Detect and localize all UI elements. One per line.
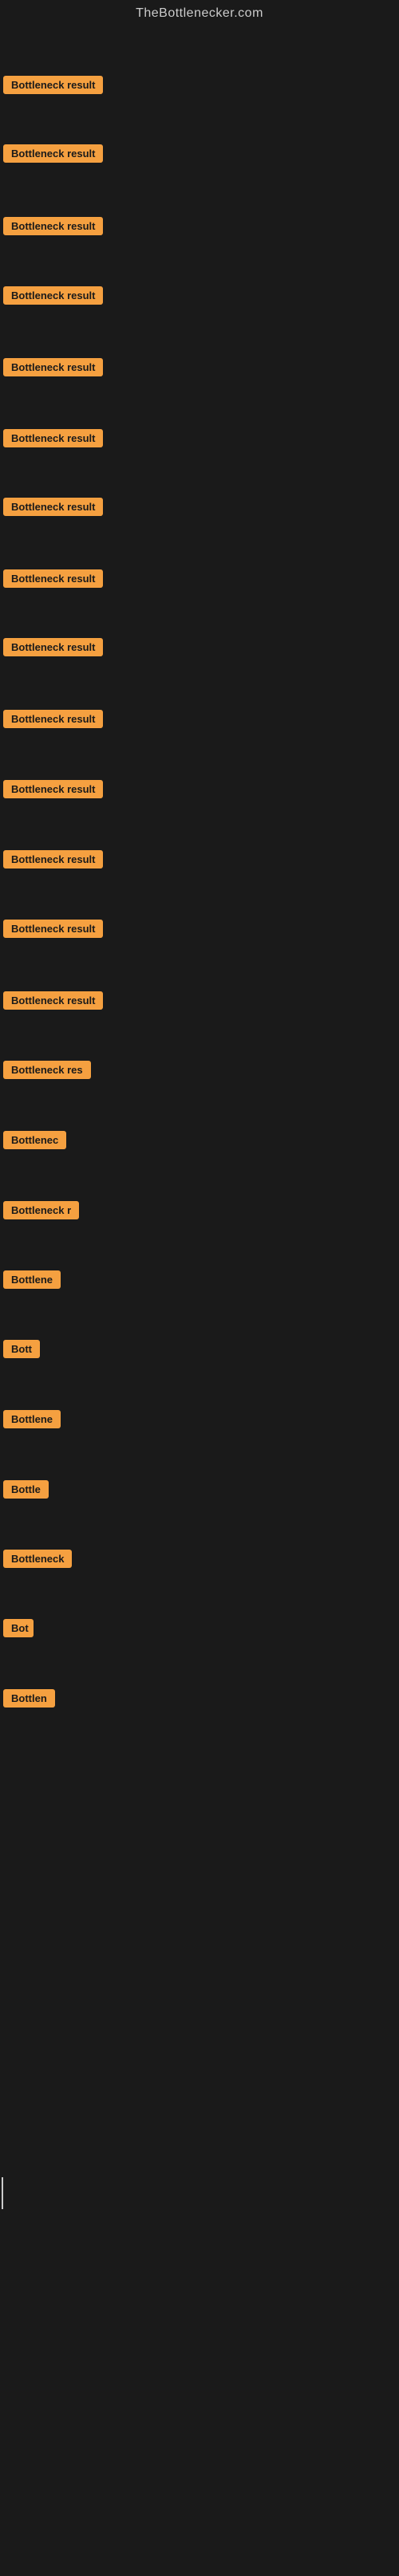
bottleneck-item-5: Bottleneck result bbox=[3, 352, 103, 387]
site-header: TheBottlenecker.com bbox=[0, 0, 399, 24]
bottleneck-item-4: Bottleneck result bbox=[3, 280, 103, 315]
bottleneck-badge-11[interactable]: Bottleneck result bbox=[3, 780, 103, 798]
bottleneck-badge-8[interactable]: Bottleneck result bbox=[3, 569, 103, 588]
site-title: TheBottlenecker.com bbox=[0, 0, 399, 24]
bottleneck-item-22: Bottleneck bbox=[3, 1543, 72, 1578]
bottleneck-badge-3[interactable]: Bottleneck result bbox=[3, 217, 103, 235]
bottleneck-item-16: Bottlenec bbox=[3, 1125, 66, 1160]
bottleneck-badge-18[interactable]: Bottlene bbox=[3, 1270, 61, 1289]
bottleneck-badge-13[interactable]: Bottleneck result bbox=[3, 920, 103, 938]
bottleneck-badge-6[interactable]: Bottleneck result bbox=[3, 429, 103, 447]
bottleneck-badge-20[interactable]: Bottlene bbox=[3, 1410, 61, 1428]
bottleneck-item-21: Bottle bbox=[3, 1474, 49, 1509]
bottleneck-item-1: Bottleneck result bbox=[3, 69, 103, 104]
bottleneck-badge-14[interactable]: Bottleneck result bbox=[3, 991, 103, 1010]
bottleneck-item-23: Bot bbox=[3, 1613, 34, 1648]
bottleneck-badge-19[interactable]: Bott bbox=[3, 1340, 40, 1358]
bottleneck-item-9: Bottleneck result bbox=[3, 632, 103, 667]
bottleneck-item-14: Bottleneck result bbox=[3, 985, 103, 1020]
bottleneck-badge-22[interactable]: Bottleneck bbox=[3, 1550, 72, 1568]
bottleneck-badge-15[interactable]: Bottleneck res bbox=[3, 1061, 91, 1079]
bottleneck-badge-9[interactable]: Bottleneck result bbox=[3, 638, 103, 656]
bottleneck-badge-21[interactable]: Bottle bbox=[3, 1480, 49, 1499]
text-cursor bbox=[2, 2177, 3, 2209]
bottleneck-item-18: Bottlene bbox=[3, 1264, 61, 1299]
bottleneck-badge-7[interactable]: Bottleneck result bbox=[3, 498, 103, 516]
bottleneck-badge-10[interactable]: Bottleneck result bbox=[3, 710, 103, 728]
bottleneck-badge-2[interactable]: Bottleneck result bbox=[3, 144, 103, 163]
bottleneck-item-3: Bottleneck result bbox=[3, 211, 103, 246]
bottleneck-item-7: Bottleneck result bbox=[3, 491, 103, 526]
bottleneck-item-15: Bottleneck res bbox=[3, 1054, 91, 1089]
items-container: Bottleneck result Bottleneck result Bottle… bbox=[0, 24, 399, 2576]
bottleneck-badge-24[interactable]: Bottlen bbox=[3, 1689, 55, 1707]
bottleneck-badge-4[interactable]: Bottleneck result bbox=[3, 286, 103, 305]
bottleneck-item-10: Bottleneck result bbox=[3, 703, 103, 739]
bottleneck-item-6: Bottleneck result bbox=[3, 423, 103, 458]
bottleneck-item-24: Bottlen bbox=[3, 1683, 55, 1718]
bottleneck-badge-17[interactable]: Bottleneck r bbox=[3, 1201, 79, 1219]
bottleneck-item-11: Bottleneck result bbox=[3, 774, 103, 809]
bottleneck-badge-5[interactable]: Bottleneck result bbox=[3, 358, 103, 376]
bottleneck-badge-1[interactable]: Bottleneck result bbox=[3, 76, 103, 94]
bottleneck-item-12: Bottleneck result bbox=[3, 844, 103, 879]
bottleneck-badge-23[interactable]: Bot bbox=[3, 1619, 34, 1637]
bottleneck-item-13: Bottleneck result bbox=[3, 913, 103, 948]
bottleneck-badge-16[interactable]: Bottlenec bbox=[3, 1131, 66, 1149]
bottleneck-item-20: Bottlene bbox=[3, 1404, 61, 1439]
bottleneck-item-8: Bottleneck result bbox=[3, 563, 103, 598]
bottleneck-item-2: Bottleneck result bbox=[3, 138, 103, 173]
bottleneck-item-17: Bottleneck r bbox=[3, 1195, 79, 1230]
bottleneck-item-19: Bott bbox=[3, 1333, 40, 1369]
bottleneck-badge-12[interactable]: Bottleneck result bbox=[3, 850, 103, 869]
